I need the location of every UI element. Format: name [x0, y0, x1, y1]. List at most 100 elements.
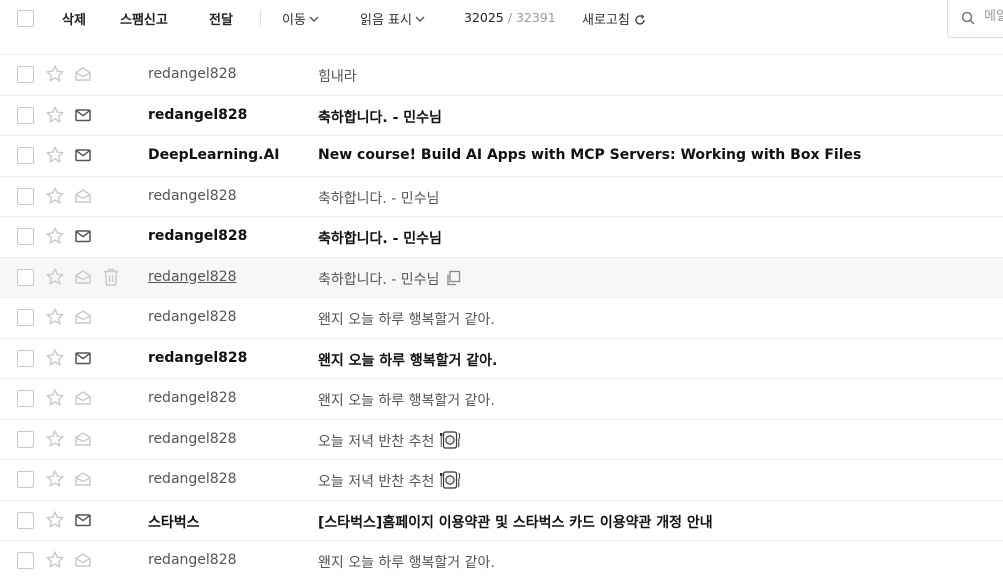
mail-row[interactable]: redangel828 왠지 오늘 하루 행복할거 같아. — [0, 540, 1003, 579]
mail-subject-text[interactable]: [스타벅스]홈페이지 이용약관 및 스타벅스 카드 이용약관 개정 안내 — [318, 515, 713, 531]
star-icon[interactable] — [45, 64, 65, 84]
mail-subject-text[interactable]: 축하합니다. - 민수님 — [318, 231, 442, 247]
forward-button[interactable]: 전달 — [209, 9, 233, 28]
mail-sender[interactable]: DeepLearning.AI — [148, 147, 280, 163]
mail-checkbox[interactable] — [17, 66, 34, 83]
mail-subject[interactable]: 왠지 오늘 하루 행복할거 같아. — [318, 390, 495, 410]
mail-subject-text[interactable]: 왠지 오늘 하루 행복할거 같아. — [318, 353, 497, 369]
spam-report-button[interactable]: 스팸신고 — [120, 9, 168, 28]
mail-subject[interactable]: 축하합니다. - 민수님 — [318, 228, 442, 248]
mail-subject-text[interactable]: New course! Build AI Apps with MCP Serve… — [318, 147, 861, 163]
mail-row[interactable]: redangel828 왠지 오늘 하루 행복할거 같아. — [0, 337, 1003, 378]
trash-icon[interactable] — [102, 267, 120, 287]
mail-subject[interactable]: New course! Build AI Apps with MCP Serve… — [318, 147, 861, 163]
star-icon[interactable] — [45, 429, 65, 449]
star-icon[interactable] — [45, 348, 65, 368]
mail-checkbox[interactable] — [17, 106, 34, 124]
mail-subject-text[interactable]: 힘내라 — [318, 69, 357, 85]
mail-subject[interactable]: 오늘 저녁 반찬 추천 — [318, 430, 461, 451]
mail-sender[interactable]: redangel828 — [148, 309, 237, 325]
mail-subject[interactable]: 왠지 오늘 하루 행복할거 같아. — [318, 309, 495, 329]
mail-sender[interactable]: redangel828 — [148, 66, 237, 82]
read-mail-icon[interactable] — [74, 551, 92, 569]
star-icon[interactable] — [45, 186, 65, 206]
mail-subject-text[interactable]: 축하합니다. - 민수님 — [318, 110, 442, 126]
mail-checkbox[interactable] — [17, 147, 34, 164]
mail-subject[interactable]: 축하합니다. - 민수님 — [318, 188, 439, 208]
move-dropdown[interactable]: 이동 — [282, 9, 319, 28]
mail-row[interactable]: redangel828 왠지 오늘 하루 행복할거 같아. — [0, 297, 1003, 338]
mail-checkbox[interactable] — [17, 187, 34, 205]
unread-mail-icon[interactable] — [74, 146, 92, 164]
read-mail-icon[interactable] — [74, 389, 92, 407]
mail-subject-text[interactable]: 오늘 저녁 반찬 추천 — [318, 434, 434, 450]
read-mail-icon[interactable] — [74, 470, 92, 488]
mail-row[interactable]: redangel828 힘내라 — [0, 54, 1003, 95]
mail-subject[interactable]: 왠지 오늘 하루 행복할거 같아. — [318, 552, 495, 572]
mail-subject-text[interactable]: 오늘 저녁 반찬 추천 — [318, 474, 434, 490]
refresh-button[interactable]: 새로고침 — [582, 9, 646, 28]
mail-row[interactable]: 스타벅스 [스타벅스]홈페이지 이용약관 및 스타벅스 카드 이용약관 개정 안내 — [0, 499, 1003, 540]
star-icon[interactable] — [45, 388, 65, 408]
read-mark-dropdown[interactable]: 읽음 표시 — [360, 9, 425, 28]
mail-sender[interactable]: redangel828 — [148, 350, 247, 366]
mail-row[interactable]: redangel828 축하합니다. - 민수님 — [0, 94, 1003, 135]
copy-icon[interactable] — [445, 270, 461, 286]
mail-checkbox[interactable] — [17, 349, 34, 367]
mail-subject[interactable]: [스타벅스]홈페이지 이용약관 및 스타벅스 카드 이용약관 개정 안내 — [318, 512, 713, 532]
star-icon[interactable] — [45, 550, 65, 570]
star-icon[interactable] — [45, 510, 65, 530]
mail-sender[interactable]: redangel828 — [148, 228, 247, 244]
mail-subject[interactable]: 힘내라 — [318, 66, 357, 86]
mail-sender[interactable]: redangel828 — [148, 552, 237, 568]
mail-row[interactable]: redangel828 오늘 저녁 반찬 추천 — [0, 459, 1003, 500]
select-all-checkbox[interactable] — [17, 10, 34, 27]
mail-checkbox[interactable] — [17, 471, 34, 488]
read-mail-icon[interactable] — [74, 268, 92, 286]
mail-subject-text[interactable]: 축하합니다. - 민수님 — [318, 272, 439, 288]
mail-checkbox[interactable] — [17, 511, 34, 529]
unread-mail-icon[interactable] — [74, 511, 92, 529]
star-icon[interactable] — [45, 307, 65, 327]
mail-subject-text[interactable]: 왠지 오늘 하루 행복할거 같아. — [318, 555, 495, 571]
search-box[interactable] — [947, 0, 1003, 38]
mail-checkbox[interactable] — [17, 390, 34, 407]
mail-subject[interactable]: 축하합니다. - 민수님 — [318, 269, 461, 289]
mail-sender[interactable]: 스타벅스 — [148, 512, 200, 532]
mail-subject-text[interactable]: 축하합니다. - 민수님 — [318, 191, 439, 207]
mail-row[interactable]: DeepLearning.AI New course! Build AI Apps… — [0, 135, 1003, 176]
star-icon[interactable] — [45, 469, 65, 489]
mail-checkbox[interactable] — [17, 309, 34, 326]
unread-mail-icon[interactable] — [74, 106, 92, 124]
mail-subject[interactable]: 오늘 저녁 반찬 추천 — [318, 471, 461, 491]
mail-row[interactable]: redangel828 축하합니다. - 민수님 — [0, 216, 1003, 257]
mail-row[interactable]: redangel828 축하합니다. - 민수님 — [0, 256, 1003, 297]
star-icon[interactable] — [45, 267, 65, 287]
mail-checkbox[interactable] — [17, 552, 34, 569]
mail-sender[interactable]: redangel828 — [148, 269, 237, 285]
delete-button[interactable]: 삭제 — [62, 9, 86, 28]
unread-mail-icon[interactable] — [74, 227, 92, 245]
unread-mail-icon[interactable] — [74, 349, 92, 367]
mail-sender[interactable]: redangel828 — [148, 431, 237, 447]
mail-row[interactable]: redangel828 축하합니다. - 민수님 — [0, 175, 1003, 216]
mail-checkbox[interactable] — [17, 268, 34, 286]
mail-subject[interactable]: 축하합니다. - 민수님 — [318, 107, 442, 127]
read-mail-icon[interactable] — [74, 430, 92, 448]
star-icon[interactable] — [45, 105, 65, 125]
read-mail-icon[interactable] — [74, 308, 92, 326]
mail-checkbox[interactable] — [17, 228, 34, 245]
star-icon[interactable] — [45, 145, 65, 165]
read-mail-icon[interactable] — [74, 65, 92, 83]
mail-row[interactable]: redangel828 왠지 오늘 하루 행복할거 같아. — [0, 378, 1003, 419]
mail-sender[interactable]: redangel828 — [148, 188, 237, 204]
read-mail-icon[interactable] — [74, 187, 92, 205]
star-icon[interactable] — [45, 226, 65, 246]
mail-checkbox[interactable] — [17, 430, 34, 448]
mail-sender[interactable]: redangel828 — [148, 471, 237, 487]
mail-sender[interactable]: redangel828 — [148, 107, 247, 123]
mail-row[interactable]: redangel828 오늘 저녁 반찬 추천 — [0, 418, 1003, 459]
search-input[interactable] — [984, 9, 1003, 24]
mail-sender[interactable]: redangel828 — [148, 390, 237, 406]
mail-subject[interactable]: 왠지 오늘 하루 행복할거 같아. — [318, 350, 497, 370]
